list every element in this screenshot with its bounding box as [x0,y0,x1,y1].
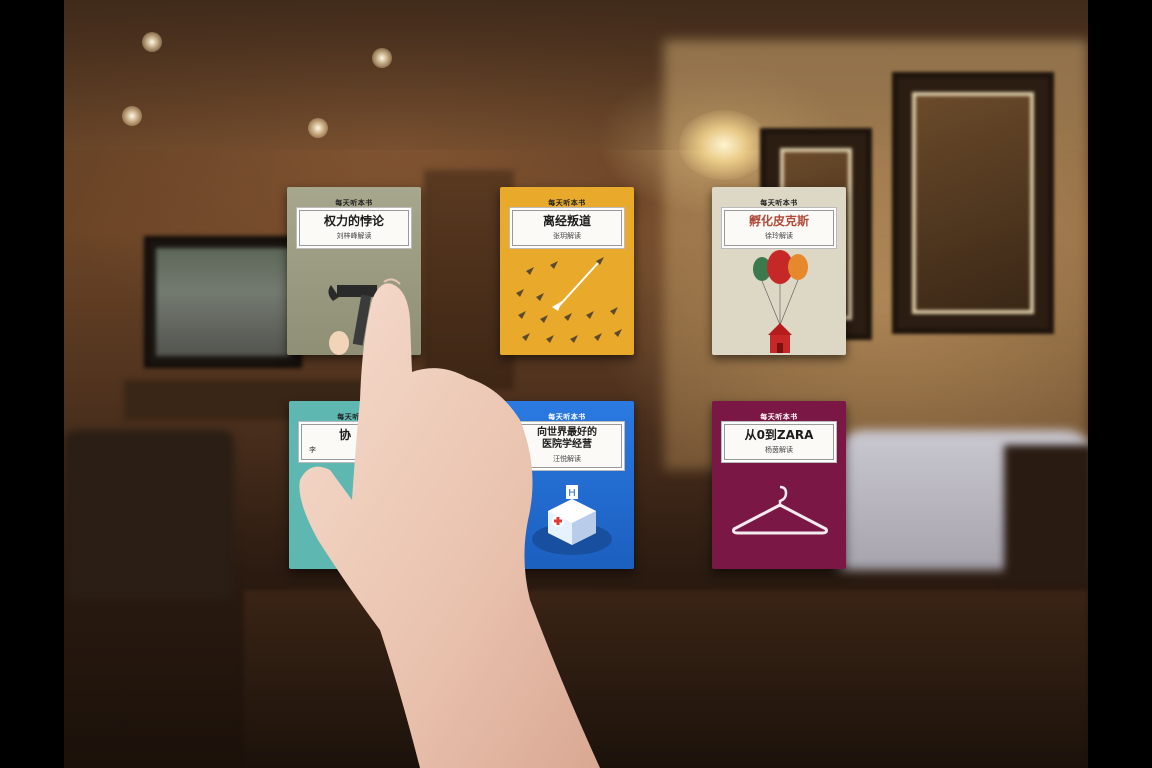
letterbox-right [1088,0,1152,768]
book-title: 协 [339,428,352,442]
picture-frame [892,72,1054,334]
book-tile-lijing[interactable]: 每天听本书 离经叛道 张玥解读 [500,187,634,355]
book-title: 孵化皮克斯 [748,214,809,228]
title-label: 权力的悖论 刘梓峰解读 [296,207,412,249]
sofa [64,430,234,600]
title-label: 从0到ZARA 杨茵解读 [721,421,837,463]
book-author: 徐玲解读 [765,232,793,240]
wall-lamp [679,110,769,180]
book-author: 李 [309,446,316,454]
book-title: 从0到ZARA [744,428,814,442]
title-label: 向世界最好的 医院学经营 汪悦解读 [509,421,625,471]
book-tile-zara[interactable]: 每天听本书 从0到ZARA 杨茵解读 [712,401,846,569]
ceiling-light [308,118,328,138]
hospital-building-icon: H [532,485,612,555]
book-author: 刘梓峰解读 [336,232,372,240]
paper-planes-icon [516,257,622,343]
book-author: 汪悦解读 [553,455,581,463]
hammer-egg-icon [328,285,377,355]
title-label: 离经叛道 张玥解读 [509,207,625,249]
book-tile-yiyuan[interactable]: 每天听本书 向世界最好的 医院学经营 汪悦解读 H [500,401,634,569]
coffee-table [244,590,1088,768]
book-tile-fuhua[interactable]: 每天听本书 孵化皮克斯 徐玲解读 [712,187,846,355]
title-label: 协 李 [298,421,414,463]
title-label: 孵化皮克斯 徐玲解读 [721,207,837,249]
svg-text:H: H [568,488,576,499]
book-author: 张玥解读 [553,232,581,240]
window [144,236,302,368]
ceiling-light [372,48,392,68]
book-tile-quanli[interactable]: 每天听本书 权力的悖论 刘梓峰解读 [287,187,421,355]
book-title: 向世界最好的 医院学经营 [537,427,597,450]
armchair [1004,445,1088,585]
book-tile-xie[interactable]: 每天听本书 协 李 [289,401,423,569]
book-title: 权力的悖论 [323,214,384,228]
ceiling-light [142,32,162,52]
living-room-background [64,0,1088,768]
balloon-house-icon [753,250,808,353]
ceiling-light [122,106,142,126]
book-title: 离经叛道 [542,214,591,228]
book-author: 杨茵解读 [765,446,793,454]
letterbox-left [0,0,64,768]
clothes-hanger-icon [732,485,828,535]
